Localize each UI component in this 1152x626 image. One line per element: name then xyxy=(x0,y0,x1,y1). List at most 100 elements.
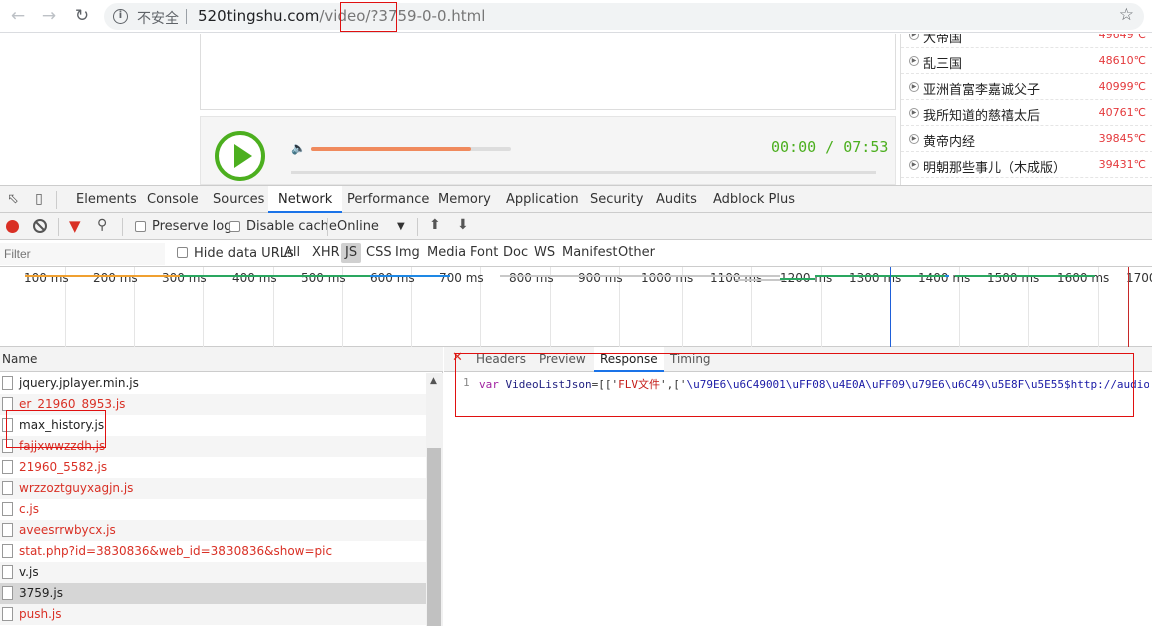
timeline-tick-label: 1300 ms xyxy=(849,271,902,285)
type-filter-font[interactable]: Font xyxy=(466,243,502,263)
type-filter-other[interactable]: Other xyxy=(614,243,659,263)
tabbar-divider xyxy=(56,191,57,209)
tab-console[interactable]: Console xyxy=(137,186,209,213)
file-icon xyxy=(2,607,13,621)
hot-item-title[interactable]: 亚洲首富李嘉诚父子 xyxy=(923,79,1040,98)
type-filter-all[interactable]: All xyxy=(280,243,304,263)
request-row[interactable]: wrzzoztguyxagjn.js xyxy=(0,478,426,499)
hot-item-title[interactable]: 我所知道的慈禧太后 xyxy=(923,105,1040,124)
request-row[interactable]: c.js xyxy=(0,499,426,520)
url-host: 520tingshu.com xyxy=(198,7,320,25)
request-name: 3759.js xyxy=(19,586,63,600)
clear-icon[interactable] xyxy=(33,219,47,233)
tab-adblock-plus[interactable]: Adblock Plus xyxy=(703,186,805,213)
type-filter-js[interactable]: JS xyxy=(341,243,362,263)
request-name: 21960_5582.js xyxy=(19,460,108,474)
toolbar-divider xyxy=(122,218,123,236)
tab-performance[interactable]: Performance xyxy=(337,186,439,213)
record-button[interactable] xyxy=(6,220,19,233)
type-filter-doc[interactable]: Doc xyxy=(499,243,532,263)
device-toolbar-icon[interactable]: ▯ xyxy=(31,191,47,207)
volume-slider[interactable] xyxy=(311,147,511,151)
hot-list-item[interactable]: ▶ 亚洲首富李嘉诚父子 40999℃ xyxy=(901,74,1152,100)
file-icon xyxy=(2,481,13,495)
tab-network[interactable]: Network xyxy=(268,186,343,213)
timeline-tick-label: 1600 ms xyxy=(1057,271,1110,285)
hot-list-item[interactable]: ▶ 明朝那些事儿（木成版） 39431℃ xyxy=(901,152,1152,178)
hot-list-item[interactable]: ▶中国四大奇书39213℃ xyxy=(901,178,1152,185)
request-name: stat.php?id=3830836&web_id=3830836&show=… xyxy=(19,544,333,558)
hot-list-item[interactable]: ▶ 乱三国 48610℃ xyxy=(901,48,1152,74)
tab-elements[interactable]: Elements xyxy=(66,186,147,213)
request-name: push.js xyxy=(19,607,62,621)
reload-icon[interactable]: ↻ xyxy=(71,6,93,26)
request-row[interactable]: v.js xyxy=(0,562,426,583)
request-row[interactable]: 21960_5582.js xyxy=(0,457,426,478)
toolbar-divider xyxy=(327,218,328,236)
forward-arrow-icon[interactable]: → xyxy=(38,6,60,26)
network-timeline[interactable]: 100 ms 200 ms 300 ms 400 ms 500 ms 600 ms 700 … xyxy=(0,267,1152,347)
scroll-up-icon[interactable]: ▲ xyxy=(430,376,437,386)
toolbar-divider xyxy=(58,218,59,236)
file-icon xyxy=(2,586,13,600)
tab-security[interactable]: Security xyxy=(580,186,653,213)
address-bar[interactable]: i 不安全 520tingshu.com/video/?3759-0-0.htm… xyxy=(104,3,1144,30)
insecure-label[interactable]: 不安全 xyxy=(137,8,179,28)
type-filter-xhr[interactable]: XHR xyxy=(308,243,344,263)
file-icon xyxy=(2,523,13,537)
name-column-header[interactable]: Name xyxy=(0,347,443,372)
export-har-icon[interactable]: ⬇ xyxy=(457,217,469,233)
volume-icon[interactable]: 🔈 xyxy=(291,141,306,155)
time-total: 07:53 xyxy=(843,138,889,156)
volume-fill xyxy=(311,147,471,151)
request-row[interactable]: aveesrrwbycx.js xyxy=(0,520,426,541)
file-icon xyxy=(2,502,13,516)
hide-data-urls-checkbox[interactable] xyxy=(177,247,188,258)
tab-audits[interactable]: Audits xyxy=(646,186,707,213)
request-row[interactable]: stat.php?id=3830836&web_id=3830836&show=… xyxy=(0,541,426,562)
tab-application[interactable]: Application xyxy=(496,186,589,213)
scroll-thumb[interactable] xyxy=(427,448,441,626)
hot-item-title[interactable]: 黄帝内经 xyxy=(923,131,975,150)
import-har-icon[interactable]: ⬆ xyxy=(429,217,441,233)
request-row[interactable]: 3759.js xyxy=(0,583,426,604)
bullet-icon: ▶ xyxy=(909,108,919,118)
search-icon[interactable]: ⚲ xyxy=(97,217,107,233)
hot-list-item[interactable]: ▶ 大帝国 49649℃ xyxy=(901,34,1152,48)
requests-scrollbar[interactable]: ▲ xyxy=(426,373,443,626)
tab-sources[interactable]: Sources xyxy=(203,186,274,213)
request-row[interactable]: jquery.jplayer.min.js xyxy=(0,373,426,394)
filter-input[interactable] xyxy=(0,243,165,265)
tab-memory[interactable]: Memory xyxy=(428,186,501,213)
preserve-log-checkbox[interactable] xyxy=(135,221,146,232)
load-event-marker xyxy=(1128,267,1129,347)
play-button[interactable] xyxy=(215,131,265,181)
hot-item-heat: 40999℃ xyxy=(1098,80,1146,93)
chevron-down-icon[interactable]: ▼ xyxy=(397,221,405,232)
timeline-tick-label: 900 ms xyxy=(578,271,623,285)
throttle-select[interactable]: Online xyxy=(337,219,379,234)
disable-cache-checkbox[interactable] xyxy=(229,221,240,232)
hot-item-title[interactable]: 乱三国 xyxy=(923,53,962,72)
inspect-element-icon[interactable]: ⬁ xyxy=(5,191,21,207)
hot-item-heat: 39845℃ xyxy=(1098,132,1146,145)
back-arrow-icon[interactable]: ← xyxy=(7,6,29,26)
type-filter-ws[interactable]: WS xyxy=(530,243,559,263)
type-filter-manifest[interactable]: Manifest xyxy=(558,243,621,263)
type-filter-img[interactable]: Img xyxy=(391,243,424,263)
hot-item-title[interactable]: 大帝国 xyxy=(923,34,962,46)
timeline-request-bar xyxy=(110,275,180,277)
timeline-tick-label: 200 ms xyxy=(93,271,138,285)
filter-icon[interactable]: ▼ xyxy=(69,217,81,235)
hot-list-item[interactable]: ▶ 我所知道的慈禧太后 40761℃ xyxy=(901,100,1152,126)
request-row[interactable]: push.js xyxy=(0,604,426,625)
type-filter-media[interactable]: Media xyxy=(423,243,470,263)
progress-bar[interactable] xyxy=(291,171,876,174)
preserve-log-label: Preserve log xyxy=(152,219,233,234)
info-icon[interactable]: i xyxy=(113,9,128,24)
timeline-request-bar xyxy=(300,275,370,277)
hot-item-title[interactable]: 明朝那些事儿（木成版） xyxy=(923,157,1066,176)
hot-list-item[interactable]: ▶ 黄帝内经 39845℃ xyxy=(901,126,1152,152)
bullet-icon: ▶ xyxy=(909,34,919,40)
star-icon[interactable]: ☆ xyxy=(1119,5,1134,25)
